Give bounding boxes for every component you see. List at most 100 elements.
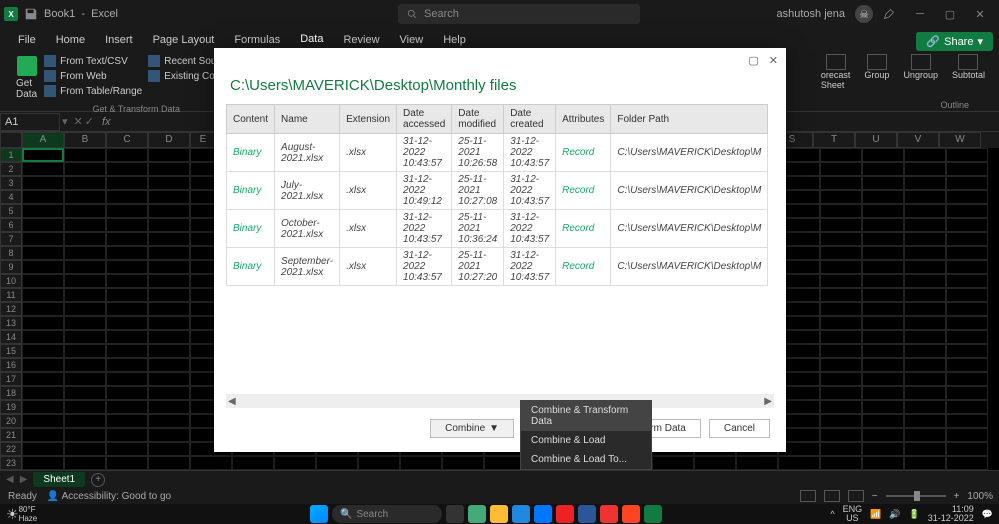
cell[interactable] — [820, 190, 862, 204]
cell[interactable] — [148, 372, 190, 386]
zoom-level[interactable]: 100% — [967, 491, 993, 502]
table-row[interactable]: BinaryOctober-2021.xlsx.xlsx31-12-2022 1… — [227, 210, 768, 248]
cell[interactable] — [106, 190, 148, 204]
cell[interactable] — [22, 414, 64, 428]
cell[interactable] — [694, 456, 736, 470]
cell[interactable] — [22, 456, 64, 470]
cell[interactable] — [904, 456, 946, 470]
cell[interactable] — [148, 302, 190, 316]
cell[interactable] — [904, 330, 946, 344]
cell[interactable] — [820, 386, 862, 400]
cell[interactable] — [946, 400, 988, 414]
cell[interactable] — [946, 246, 988, 260]
normal-view-button[interactable] — [800, 490, 816, 502]
menu-home[interactable]: Home — [46, 30, 95, 50]
row-header[interactable]: 9 — [0, 260, 22, 274]
cell[interactable] — [820, 442, 862, 456]
row-header[interactable]: 23 — [0, 456, 22, 470]
cell[interactable] — [946, 176, 988, 190]
row-header[interactable]: 16 — [0, 358, 22, 372]
cell[interactable] — [820, 302, 862, 316]
cell[interactable] — [106, 246, 148, 260]
col-header-w[interactable]: W — [939, 132, 981, 148]
menu-page-layout[interactable]: Page Layout — [143, 30, 225, 50]
cell[interactable] — [904, 442, 946, 456]
accessibility-status[interactable]: 👤 Accessibility: Good to go — [47, 491, 171, 502]
cancel-button[interactable]: Cancel — [709, 419, 770, 438]
anydesk-icon[interactable] — [622, 505, 640, 523]
from-web[interactable]: From Web — [43, 69, 143, 83]
cell[interactable] — [106, 302, 148, 316]
cell[interactable] — [22, 274, 64, 288]
cell[interactable] — [862, 456, 904, 470]
table-row[interactable]: BinarySeptember-2021.xlsx.xlsx31-12-2022… — [227, 248, 768, 286]
cell[interactable] — [862, 400, 904, 414]
cell[interactable] — [904, 274, 946, 288]
cell[interactable] — [22, 400, 64, 414]
cell[interactable] — [22, 246, 64, 260]
combine-transform-item[interactable]: Combine & Transform Data — [521, 401, 651, 431]
cell[interactable] — [820, 260, 862, 274]
cell[interactable] — [358, 456, 400, 470]
cell[interactable] — [862, 274, 904, 288]
cell[interactable] — [106, 358, 148, 372]
row-header[interactable]: 18 — [0, 386, 22, 400]
th-accessed[interactable]: Date accessed — [397, 105, 452, 134]
cell[interactable] — [22, 442, 64, 456]
cell[interactable] — [904, 400, 946, 414]
cell[interactable] — [820, 372, 862, 386]
row-header[interactable]: 20 — [0, 414, 22, 428]
chat-icon[interactable] — [468, 505, 486, 523]
th-attr[interactable]: Attributes — [556, 105, 611, 134]
combine-load-item[interactable]: Combine & Load — [521, 431, 651, 450]
cell[interactable] — [274, 456, 316, 470]
row-header[interactable]: 3 — [0, 176, 22, 190]
cell[interactable] — [64, 148, 106, 162]
weather-widget[interactable]: 80°FHaze — [19, 505, 38, 523]
cell[interactable] — [232, 456, 274, 470]
cell[interactable] — [106, 344, 148, 358]
page-layout-view-button[interactable] — [824, 490, 840, 502]
cell[interactable] — [106, 400, 148, 414]
cell[interactable] — [946, 316, 988, 330]
clock[interactable]: 11:0931-12-2022 — [928, 505, 974, 523]
cell[interactable] — [64, 274, 106, 288]
cell[interactable] — [820, 330, 862, 344]
maximize-button[interactable]: ▢ — [935, 0, 965, 28]
cell[interactable] — [820, 344, 862, 358]
explorer-icon[interactable] — [490, 505, 508, 523]
col-header-t[interactable]: T — [813, 132, 855, 148]
cell[interactable] — [904, 288, 946, 302]
cell[interactable] — [64, 218, 106, 232]
cell[interactable] — [64, 302, 106, 316]
cell[interactable] — [820, 218, 862, 232]
cell[interactable] — [148, 148, 190, 162]
cell[interactable] — [148, 232, 190, 246]
cell[interactable] — [22, 428, 64, 442]
cell[interactable] — [946, 456, 988, 470]
cell[interactable] — [148, 456, 190, 470]
cell[interactable] — [652, 456, 694, 470]
cell[interactable] — [64, 232, 106, 246]
cell[interactable] — [778, 456, 820, 470]
cell[interactable] — [946, 302, 988, 316]
cell[interactable] — [862, 232, 904, 246]
cell[interactable] — [64, 190, 106, 204]
cell[interactable] — [190, 456, 232, 470]
cell[interactable] — [904, 148, 946, 162]
cell[interactable] — [862, 260, 904, 274]
cell[interactable] — [64, 386, 106, 400]
app-icon[interactable] — [600, 505, 618, 523]
cell[interactable] — [904, 246, 946, 260]
row-header[interactable]: 22 — [0, 442, 22, 456]
cell[interactable] — [862, 372, 904, 386]
cell[interactable] — [22, 372, 64, 386]
cell[interactable] — [148, 386, 190, 400]
cell[interactable] — [22, 148, 64, 162]
cell[interactable] — [946, 218, 988, 232]
cell[interactable] — [106, 274, 148, 288]
cell[interactable] — [820, 246, 862, 260]
name-box[interactable] — [0, 113, 60, 131]
cell[interactable] — [904, 176, 946, 190]
wifi-icon[interactable]: 📶 — [870, 509, 881, 520]
